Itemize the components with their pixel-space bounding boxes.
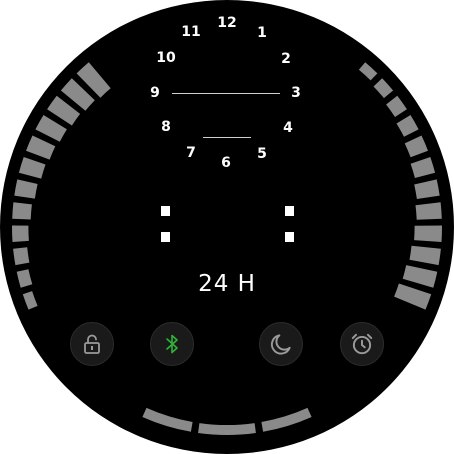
right-gauge-segment — [358, 62, 378, 81]
right-gauge-segment — [409, 245, 441, 266]
right-gauge-segment — [415, 202, 442, 220]
level-gauges — [11, 62, 443, 436]
left-gauge-segment — [12, 202, 32, 220]
watch-face: 12 1 2 3 4 5 6 7 8 9 10 11 24 H — [0, 0, 454, 454]
right-gauge-segment — [414, 225, 443, 242]
bottom-gauge-segment — [261, 407, 312, 432]
right-gauge-segment — [386, 95, 407, 117]
left-gauge-segment — [22, 291, 38, 310]
right-gauge-segment — [410, 157, 436, 178]
right-gauge-segment — [396, 115, 419, 137]
bottom-gauge-segment — [142, 407, 193, 432]
bottom-gauge-segment — [198, 423, 256, 436]
left-gauge-segment — [26, 135, 56, 160]
right-gauge-segment — [404, 135, 428, 158]
left-gauge-segment — [18, 157, 46, 179]
left-gauge-segment — [13, 247, 30, 266]
left-gauge-segment — [11, 225, 29, 242]
right-gauge-segment — [402, 265, 438, 288]
right-gauge-segment — [394, 283, 432, 310]
right-gauge-segment — [414, 179, 440, 199]
right-gauge-segment — [373, 78, 394, 99]
left-gauge-segment — [14, 179, 38, 199]
left-gauge-segment — [16, 269, 33, 288]
